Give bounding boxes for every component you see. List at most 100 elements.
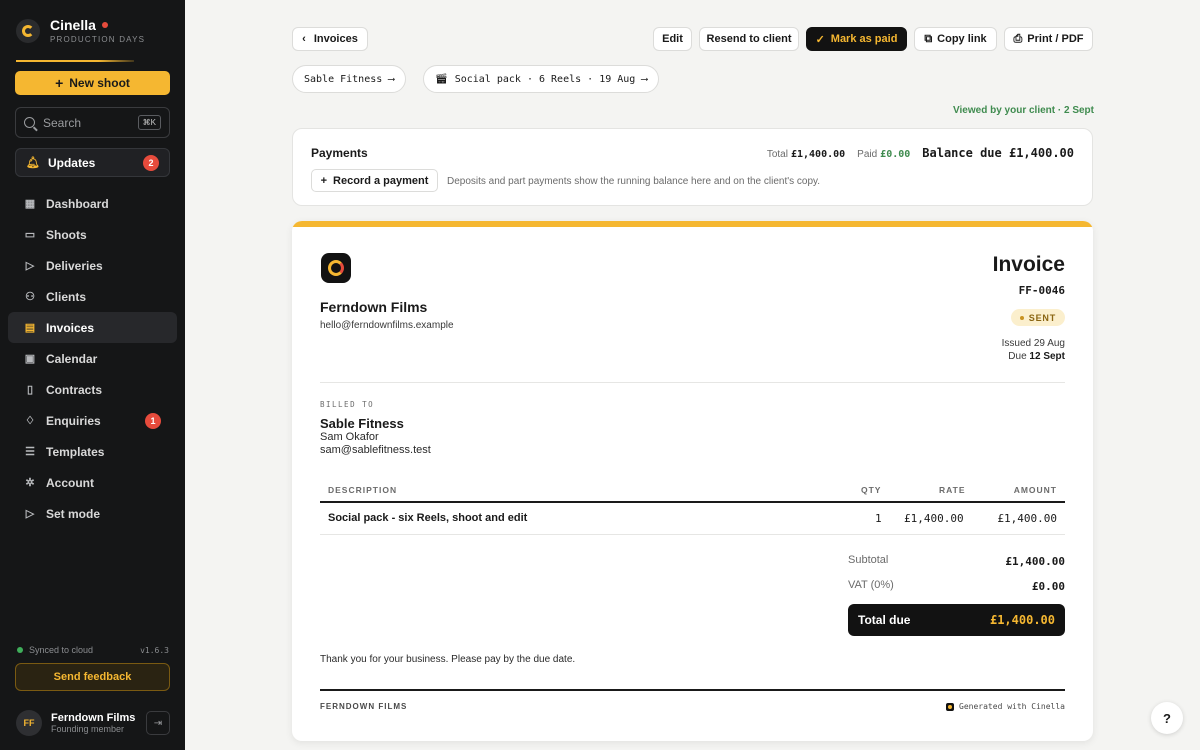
edit-button[interactable]: Edit xyxy=(653,27,692,51)
app-tagline: PRODUCTION DAYS xyxy=(50,35,146,44)
mark-as-paid-button[interactable]: ✓ Mark as paid xyxy=(806,27,907,51)
paid-label: Paid xyxy=(857,149,878,160)
search-placeholder: Search xyxy=(43,115,82,130)
status-badge: SENT xyxy=(1010,309,1065,326)
brand[interactable]: Cinella PRODUCTION DAYS xyxy=(16,17,145,44)
avatar: FF xyxy=(16,710,42,736)
list-icon: ☰ xyxy=(25,446,35,458)
sidebar-item-label: Contracts xyxy=(46,382,103,397)
sync-dot-icon xyxy=(17,647,23,653)
sidebar-item-label: Templates xyxy=(46,444,105,459)
search-shortcut: ⌘K xyxy=(137,115,161,130)
sidebar-item-label: Account xyxy=(46,475,94,490)
sidebar-item-calendar[interactable]: ▣ Calendar xyxy=(8,343,177,374)
sidebar-item-clients[interactable]: ⚇ Clients xyxy=(8,281,177,312)
sidebar-item-label: Clients xyxy=(46,289,87,304)
resend-button[interactable]: Resend to client xyxy=(699,27,799,51)
balance-due: Balance due £1,400.00 xyxy=(922,146,1074,160)
updates-button[interactable]: 🔔︎ Updates 2 xyxy=(15,148,170,177)
bell-icon: 🔔︎ xyxy=(26,157,40,169)
column-description: DESCRIPTION xyxy=(328,485,398,495)
footer-generated: Generated with Cinella xyxy=(946,702,1065,711)
footer-rule xyxy=(320,689,1065,691)
check-icon: ✓ xyxy=(815,33,825,46)
sidebar-item-label: Calendar xyxy=(46,351,98,366)
vat-label: VAT (0%) xyxy=(848,579,894,591)
company-logo-icon xyxy=(321,253,351,283)
status-dot-icon xyxy=(1019,315,1024,320)
document-icon: ▯ xyxy=(26,384,34,396)
brand-underline xyxy=(16,60,134,62)
users-icon: ⚇ xyxy=(25,291,35,303)
payments-title: Payments xyxy=(311,146,368,160)
folder-icon: ▭ xyxy=(24,229,36,241)
table-row-divider xyxy=(320,534,1065,535)
due-date: 12 Sept xyxy=(1029,351,1065,362)
user-profile[interactable]: FF Ferndown Films Founding member ⇥ xyxy=(16,709,170,737)
app-name: Cinella xyxy=(50,17,96,33)
footer-generated-text: Generated with Cinella xyxy=(959,702,1065,711)
line-item-rate: £1,400.00 xyxy=(904,512,964,525)
sidebar: Cinella PRODUCTION DAYS + New shoot Sear… xyxy=(0,0,185,750)
paid-value: £0.00 xyxy=(880,149,911,160)
copy-icon: ⧉ xyxy=(924,32,933,45)
calendar-icon: ▣ xyxy=(24,353,36,365)
back-label: Invoices xyxy=(313,33,358,45)
sidebar-item-invoices[interactable]: ▤ Invoices xyxy=(8,312,177,343)
back-to-invoices-button[interactable]: ‹ Invoices xyxy=(292,27,368,51)
search-input[interactable]: Search ⌘K xyxy=(15,107,170,138)
app-version: v1.6.3 xyxy=(140,645,169,655)
line-item-amount: £1,400.00 xyxy=(997,512,1057,525)
payments-summary: Total £1,400.00 Paid £0.00 Balance due £… xyxy=(767,146,1074,160)
sidebar-item-deliveries[interactable]: ▷ Deliveries xyxy=(8,250,177,281)
project-chip-label: Social pack · 6 Reels · 19 Aug ⟶ xyxy=(454,73,648,85)
sidebar-item-set-mode[interactable]: ▷ Set mode xyxy=(8,498,177,529)
sidebar-item-templates[interactable]: ☰ Templates xyxy=(8,436,177,467)
user-role: Founding member xyxy=(51,724,125,734)
printer-icon: ⎙ xyxy=(1013,32,1023,45)
search-icon xyxy=(24,117,35,128)
cinella-mini-logo-icon xyxy=(946,702,955,711)
divider xyxy=(320,382,1065,383)
print-pdf-button[interactable]: ⎙ Print / PDF xyxy=(1004,27,1093,51)
gear-icon: ✲ xyxy=(25,477,35,489)
status-text: SENT xyxy=(1028,312,1056,323)
sidebar-item-dashboard[interactable]: ▦ Dashboard xyxy=(8,188,177,219)
updates-label: Updates xyxy=(47,155,96,170)
total-label: Total xyxy=(766,149,788,160)
sidebar-item-account[interactable]: ✲ Account xyxy=(8,467,177,498)
logout-icon: ⇥ xyxy=(153,717,163,729)
record-payment-button[interactable]: + Record a payment xyxy=(311,169,438,192)
invoice-icon: ▤ xyxy=(24,322,36,334)
viewed-status: Viewed by your client · 2 Sept xyxy=(953,105,1094,116)
total-due-value: £1,400.00 xyxy=(989,613,1055,627)
total-due-label: Total due xyxy=(858,613,911,627)
new-shoot-label: New shoot xyxy=(69,76,130,90)
play-icon: ▷ xyxy=(25,508,35,520)
line-item-qty: 1 xyxy=(875,512,882,525)
project-chip[interactable]: 🎬︎ Social pack · 6 Reels · 19 Aug ⟶ xyxy=(423,65,660,93)
grid-icon: ▦ xyxy=(24,198,36,210)
sidebar-item-contracts[interactable]: ▯ Contracts xyxy=(8,374,177,405)
payments-hint: Deposits and part payments show the runn… xyxy=(447,176,821,187)
sidebar-item-label: Invoices xyxy=(46,320,95,335)
chevron-left-icon: ‹ xyxy=(302,33,306,45)
new-shoot-button[interactable]: + New shoot xyxy=(15,71,170,95)
issued-date: Issued 29 Aug xyxy=(1001,338,1065,349)
column-qty: QTY xyxy=(861,485,882,495)
sidebar-item-enquiries[interactable]: ♢ Enquiries 1 xyxy=(8,405,177,436)
client-chip[interactable]: Sable Fitness ⟶ xyxy=(292,65,407,93)
help-button[interactable]: ? xyxy=(1151,702,1183,734)
send-feedback-button[interactable]: Send feedback xyxy=(15,663,170,691)
copy-link-label: Copy link xyxy=(937,33,987,45)
sidebar-item-shoots[interactable]: ▭ Shoots xyxy=(8,219,177,250)
user-name: Ferndown Films xyxy=(51,712,136,724)
logout-button[interactable]: ⇥ xyxy=(146,711,170,735)
column-rate: RATE xyxy=(939,485,966,495)
column-amount: AMOUNT xyxy=(1013,485,1057,495)
clapperboard-icon: 🎬︎ xyxy=(435,73,448,85)
print-label: Print / PDF xyxy=(1027,33,1084,45)
subtotal-label: Subtotal xyxy=(848,554,889,566)
copy-link-button[interactable]: ⧉ Copy link xyxy=(914,27,997,51)
invoice-dates: Issued 29 Aug Due 12 Sept xyxy=(1002,337,1065,363)
